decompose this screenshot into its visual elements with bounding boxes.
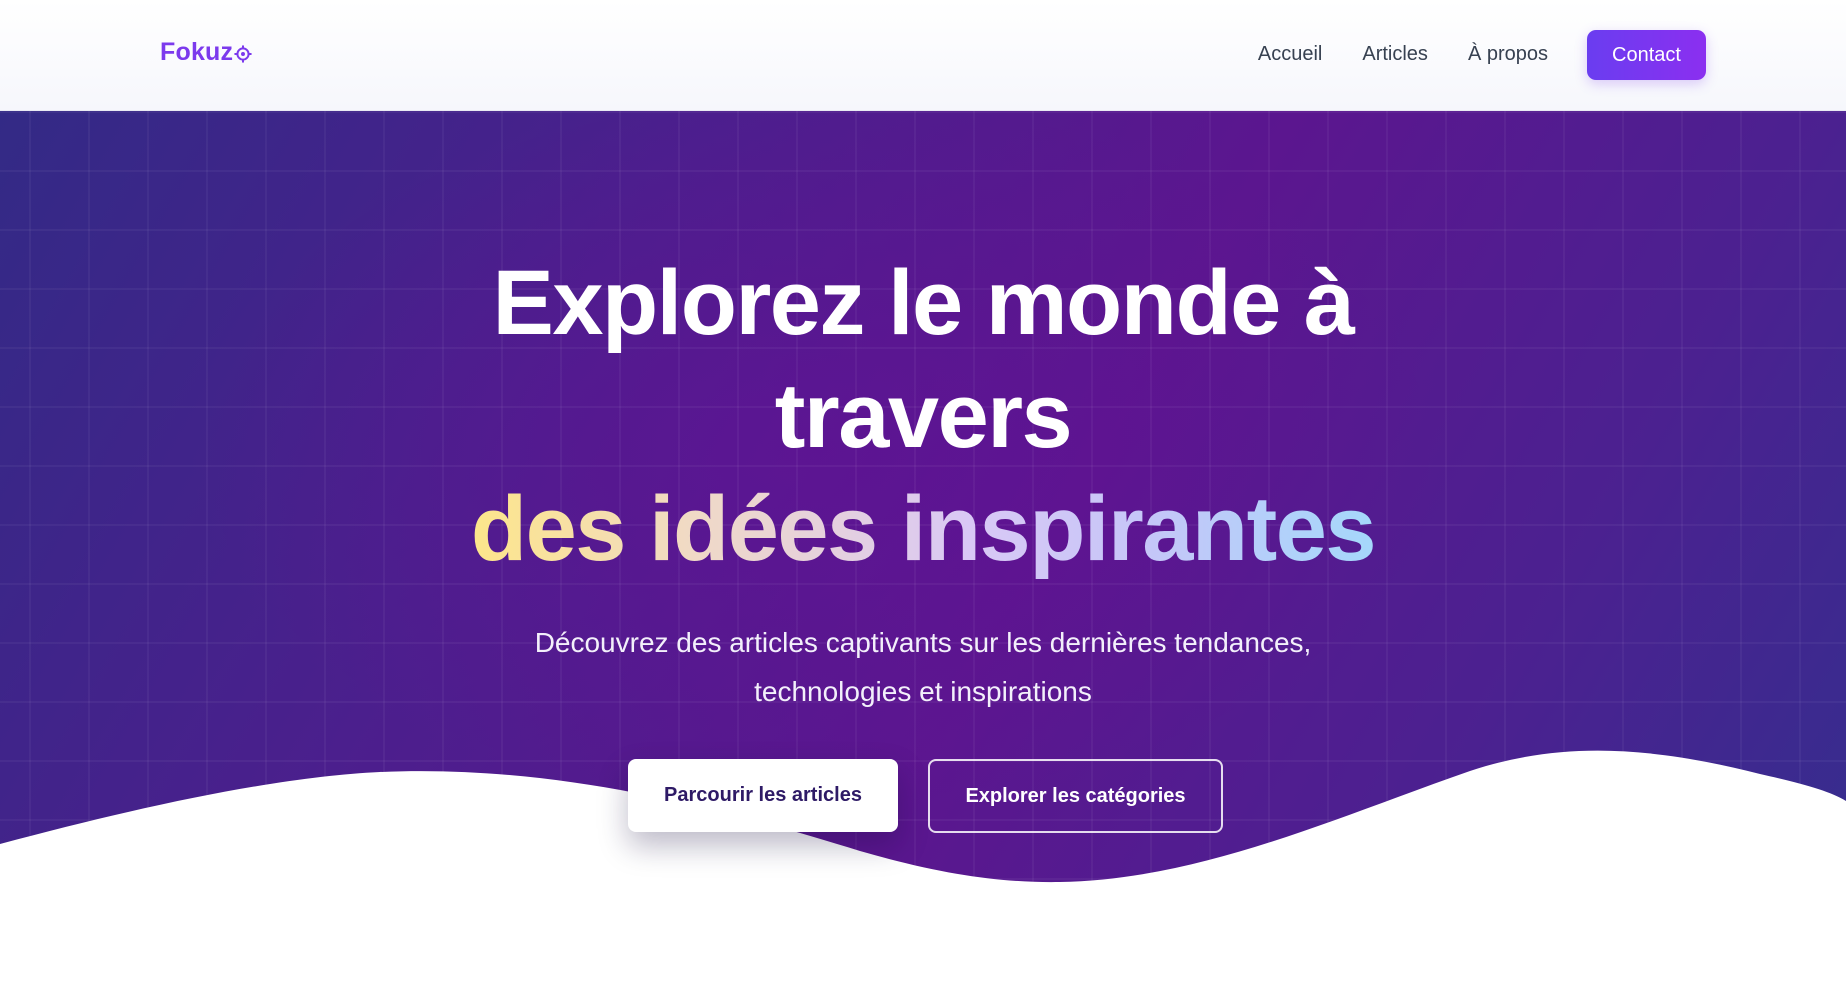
nav-link-articles[interactable]: Articles <box>1362 43 1428 66</box>
brand-name: Fokuz <box>160 38 234 66</box>
contact-button[interactable]: Contact <box>1587 30 1706 80</box>
page: Fokuz Accueil Articles À propos Contact … <box>0 0 1846 1001</box>
nav-link-a-propos[interactable]: À propos <box>1468 43 1548 66</box>
hero-section: Explorez le monde à travers des idées in… <box>0 111 1846 1001</box>
brand-logo[interactable]: Fokuz <box>160 38 252 67</box>
browse-articles-button[interactable]: Parcourir les articles <box>628 759 898 832</box>
main-nav: Accueil Articles À propos <box>1258 43 1548 66</box>
target-icon <box>234 44 252 63</box>
explore-categories-label: Explorer les catégories <box>965 784 1186 807</box>
hero-wave-divider <box>0 750 1846 1001</box>
site-header: Fokuz Accueil Articles À propos Contact <box>0 0 1846 111</box>
nav-link-accueil[interactable]: Accueil <box>1258 43 1322 66</box>
explore-categories-button[interactable]: Explorer les catégories <box>928 759 1223 833</box>
